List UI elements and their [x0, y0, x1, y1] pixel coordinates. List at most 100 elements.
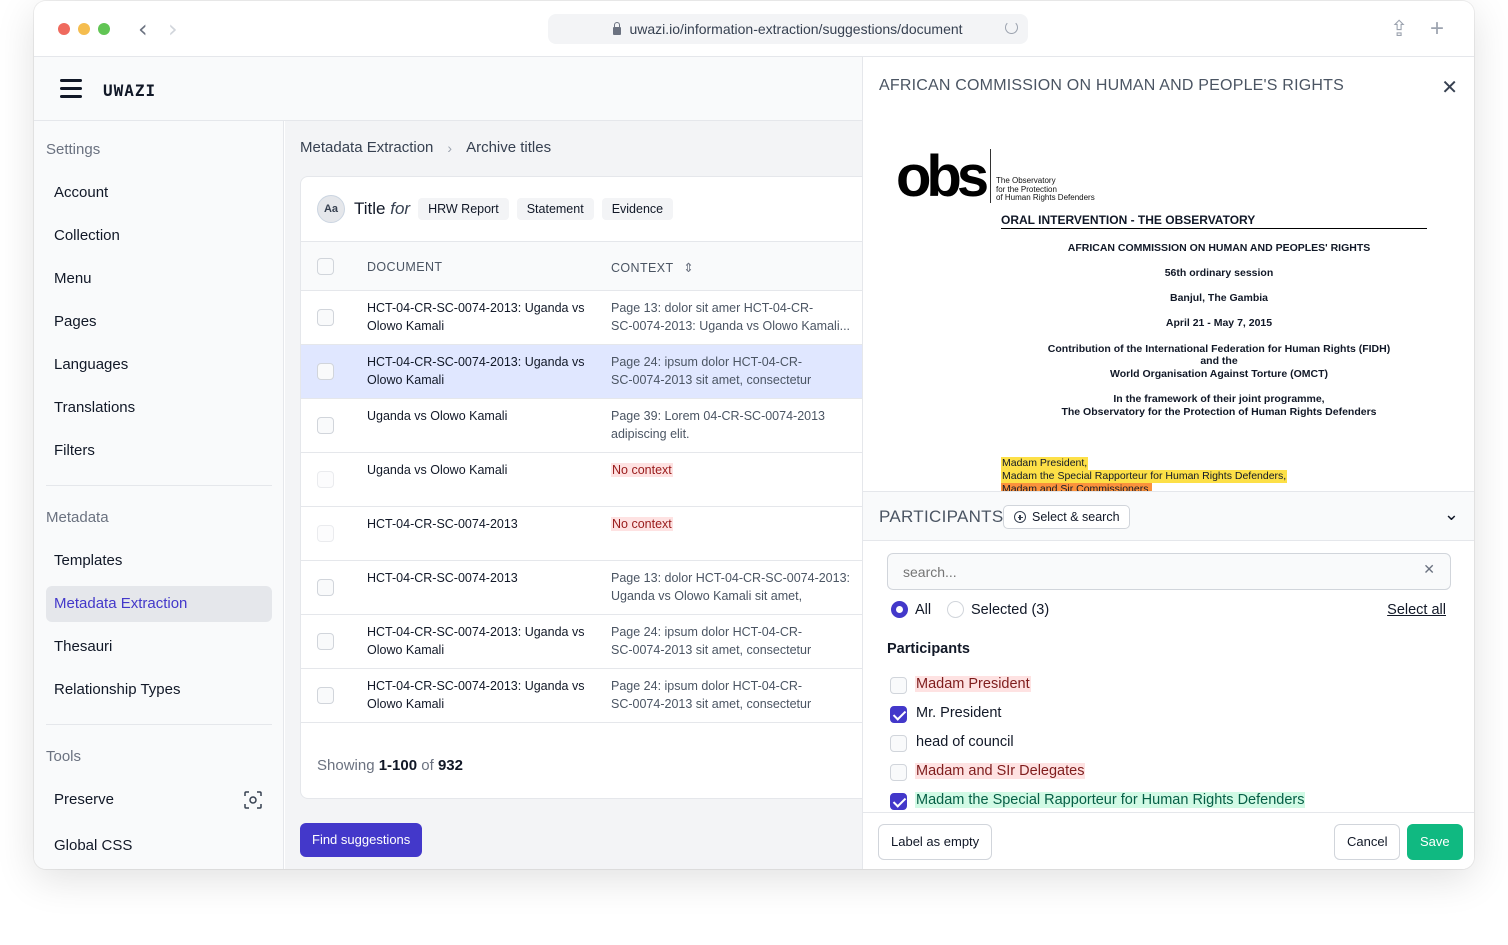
cancel-button[interactable]: Cancel	[1334, 824, 1401, 860]
url-text: uwazi.io/information-extraction/suggesti…	[629, 21, 963, 37]
showing-total: 932	[437, 757, 463, 774]
sidebar-item-filters[interactable]: Filters	[46, 433, 272, 469]
search-field[interactable]: ✕	[887, 553, 1451, 590]
option-label: Madam and SIr Delegates	[915, 763, 1086, 779]
obs-logo-subtitle: The Observatory for the Protection of Hu…	[990, 149, 1095, 203]
table-row[interactable]: Uganda vs Olowo Kamali Page 39: Lorem 04-…	[301, 399, 899, 453]
table-row[interactable]: HCT-04-CR-SC-0074-2013: Uganda vs Olowo …	[301, 291, 899, 345]
sidebar-item-metadata-extraction[interactable]: Metadata Extraction	[46, 586, 272, 622]
menu-icon[interactable]	[60, 79, 82, 103]
table-row[interactable]: HCT-04-CR-SC-0074-2013 No context	[301, 507, 899, 561]
save-button[interactable]: Save	[1407, 824, 1463, 860]
breadcrumb: Metadata Extraction › Archive titles	[300, 139, 551, 156]
new-tab-icon[interactable]: +	[1430, 17, 1444, 41]
sidebar-item-account[interactable]: Account	[46, 175, 272, 211]
template-pill: HRW Report	[418, 198, 509, 220]
template-pill: Statement	[516, 198, 594, 220]
filter-selected-label[interactable]: Selected (3)	[971, 602, 1049, 618]
option-checkbox[interactable]	[890, 677, 907, 694]
pdf-viewer[interactable]: obs The Observatory for the Protection o…	[879, 127, 1459, 491]
table-row[interactable]: Uganda vs Olowo Kamali No context	[301, 453, 899, 507]
sidebar-item-collection[interactable]: Collection	[46, 218, 272, 254]
sidebar-item-relationship-types[interactable]: Relationship Types	[46, 672, 272, 708]
close-icon[interactable]: ✕	[1441, 75, 1458, 99]
column-document: DOCUMENT	[367, 260, 443, 274]
search-input[interactable]	[888, 554, 1408, 589]
metadata-heading: Metadata	[46, 509, 109, 526]
address-bar[interactable]: uwazi.io/information-extraction/suggesti…	[548, 14, 1028, 44]
template-pill: Evidence	[601, 198, 674, 220]
sidebar-item-translations[interactable]: Translations	[46, 390, 272, 426]
document-sidepanel: AFRICAN COMMISSION ON HUMAN AND PEOPLE'S…	[862, 57, 1474, 869]
table-row[interactable]: HCT-04-CR-SC-0074-2013: Uganda vs Olowo …	[301, 669, 899, 723]
back-icon[interactable]: ‹	[138, 15, 148, 43]
row-checkbox[interactable]	[317, 579, 334, 596]
breadcrumb-metadata-extraction[interactable]: Metadata Extraction	[300, 139, 433, 156]
pdf-highlight[interactable]: Madam the Special Rapporteur for Human R…	[1001, 470, 1288, 483]
context-line: Page 13: dolor HCT-04-CR-SC-0074-2013:	[611, 571, 851, 585]
sidebar-item-global-css[interactable]: Global CSS	[46, 828, 272, 864]
column-context[interactable]: CONTEXT ⇕	[611, 260, 694, 275]
browser-window: ‹ › uwazi.io/information-extraction/sugg…	[34, 1, 1474, 869]
minimize-window-button[interactable]	[78, 23, 90, 35]
context-cell: Page 13: dolor sit amer HCT-04-CR- SC-007…	[611, 299, 866, 335]
document-cell: HCT-04-CR-SC-0074-2013: Uganda vs Olowo …	[367, 625, 585, 657]
showing-range: 1-100	[378, 757, 418, 774]
sort-icon[interactable]: ⇕	[683, 261, 694, 275]
filter-selected-radio[interactable]	[947, 601, 964, 618]
forward-icon[interactable]: ›	[168, 15, 178, 43]
select-all-link[interactable]: Select all	[1387, 602, 1446, 618]
no-context-badge: No context	[611, 463, 673, 477]
sidebar-item-templates[interactable]: Templates	[46, 543, 272, 579]
table-row[interactable]: HCT-04-CR-SC-0074-2013 Page 13: dolor HCT…	[301, 561, 899, 615]
clear-icon[interactable]: ✕	[1423, 562, 1435, 578]
context-line: Page 13: dolor sit amer HCT-04-CR-	[611, 301, 814, 315]
option-checkbox[interactable]	[890, 764, 907, 781]
breadcrumb-archive-titles: Archive titles	[466, 139, 552, 156]
option-checkbox[interactable]	[890, 735, 907, 752]
row-checkbox[interactable]	[317, 309, 334, 326]
document-cell: HCT-04-CR-SC-0074-2013	[367, 517, 518, 531]
share-icon[interactable]: ⇪	[1390, 17, 1408, 41]
context-line: Page 24: ipsum dolor HCT-04-CR-	[611, 355, 803, 369]
pdf-highlight[interactable]: Madam President,	[1001, 457, 1089, 470]
sidebar-item-preserve[interactable]: Preserve	[46, 782, 272, 818]
reload-icon[interactable]	[1005, 21, 1018, 34]
filter-all-radio[interactable]	[891, 601, 908, 618]
maximize-window-button[interactable]	[98, 23, 110, 35]
row-checkbox[interactable]	[317, 363, 334, 380]
no-context-badge: No context	[611, 517, 673, 531]
option-checkbox[interactable]	[890, 706, 907, 723]
row-checkbox[interactable]	[317, 525, 334, 542]
showing-prefix: Showing	[317, 757, 375, 774]
row-checkbox[interactable]	[317, 471, 334, 488]
option-checkbox[interactable]	[890, 793, 907, 810]
row-checkbox[interactable]	[317, 687, 334, 704]
sidebar-item-label: Preserve	[54, 791, 115, 808]
pdf-line: World Organisation Against Torture (OMCT…	[1110, 368, 1328, 380]
pdf-line: The Observatory for the Protection of Hu…	[1061, 406, 1377, 418]
row-checkbox[interactable]	[317, 417, 334, 434]
label-as-empty-button[interactable]: Label as empty	[878, 824, 993, 860]
sidebar-item-pages[interactable]: Pages	[46, 304, 272, 340]
document-cell: Uganda vs Olowo Kamali	[367, 463, 508, 477]
sidebar-item-thesauri[interactable]: Thesauri	[46, 629, 272, 665]
pdf-highlight[interactable]: Madam and Sir Commissioners,	[1001, 483, 1153, 491]
pdf-line: Banjul, The Gambia	[1169, 292, 1269, 304]
property-title: PARTICIPANTS	[879, 507, 1004, 526]
find-suggestions-button[interactable]: Find suggestions	[300, 823, 423, 857]
select-all-rows-checkbox[interactable]	[317, 258, 334, 275]
close-window-button[interactable]	[58, 23, 70, 35]
focus-icon	[244, 791, 262, 809]
select-search-button[interactable]: Select & search	[1003, 505, 1130, 529]
app-header: UWAZI	[34, 57, 862, 121]
sidebar-item-menu[interactable]: Menu	[46, 261, 272, 297]
row-checkbox[interactable]	[317, 633, 334, 650]
sidebar-item-languages[interactable]: Languages	[46, 347, 272, 383]
document-cell: HCT-04-CR-SC-0074-2013: Uganda vs Olowo …	[367, 355, 585, 387]
filter-all-label[interactable]: All	[915, 602, 931, 618]
table-row[interactable]: HCT-04-CR-SC-0074-2013: Uganda vs Olowo …	[301, 345, 899, 399]
table-row[interactable]: HCT-04-CR-SC-0074-2013: Uganda vs Olowo …	[301, 615, 899, 669]
chevron-down-icon[interactable]: ⌄	[1444, 504, 1459, 525]
card-header: Aa Title for HRW Report Statement Eviden…	[301, 177, 899, 241]
